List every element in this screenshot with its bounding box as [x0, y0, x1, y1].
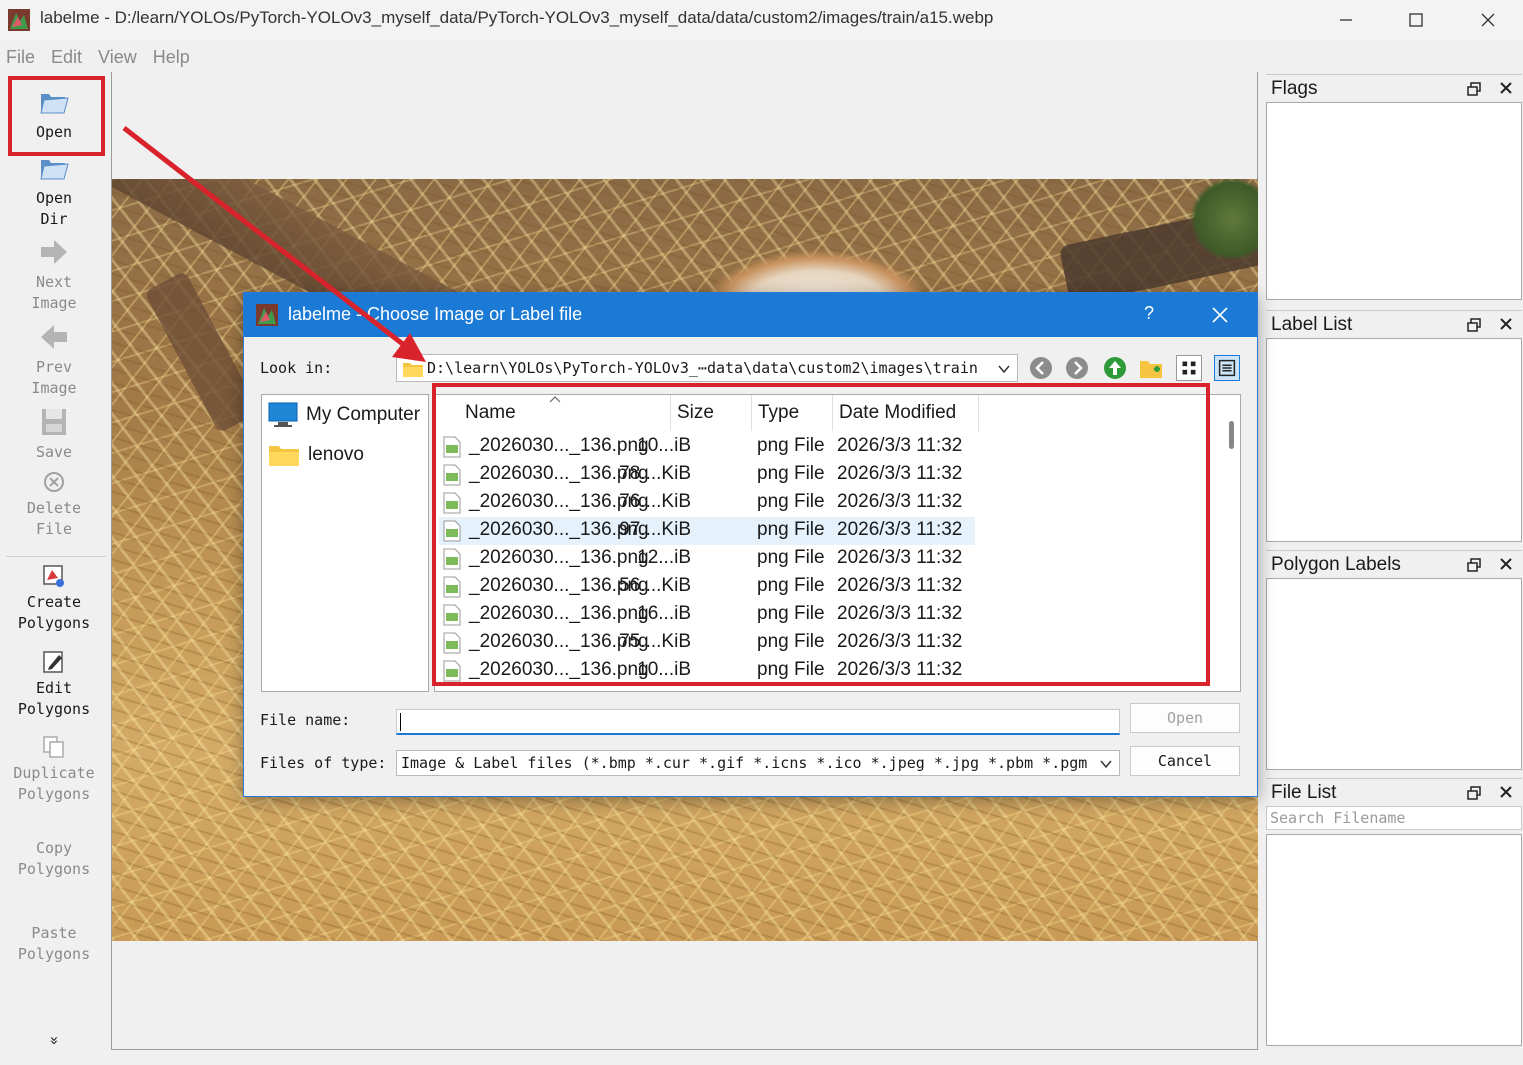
annotation-arrow	[122, 126, 426, 362]
